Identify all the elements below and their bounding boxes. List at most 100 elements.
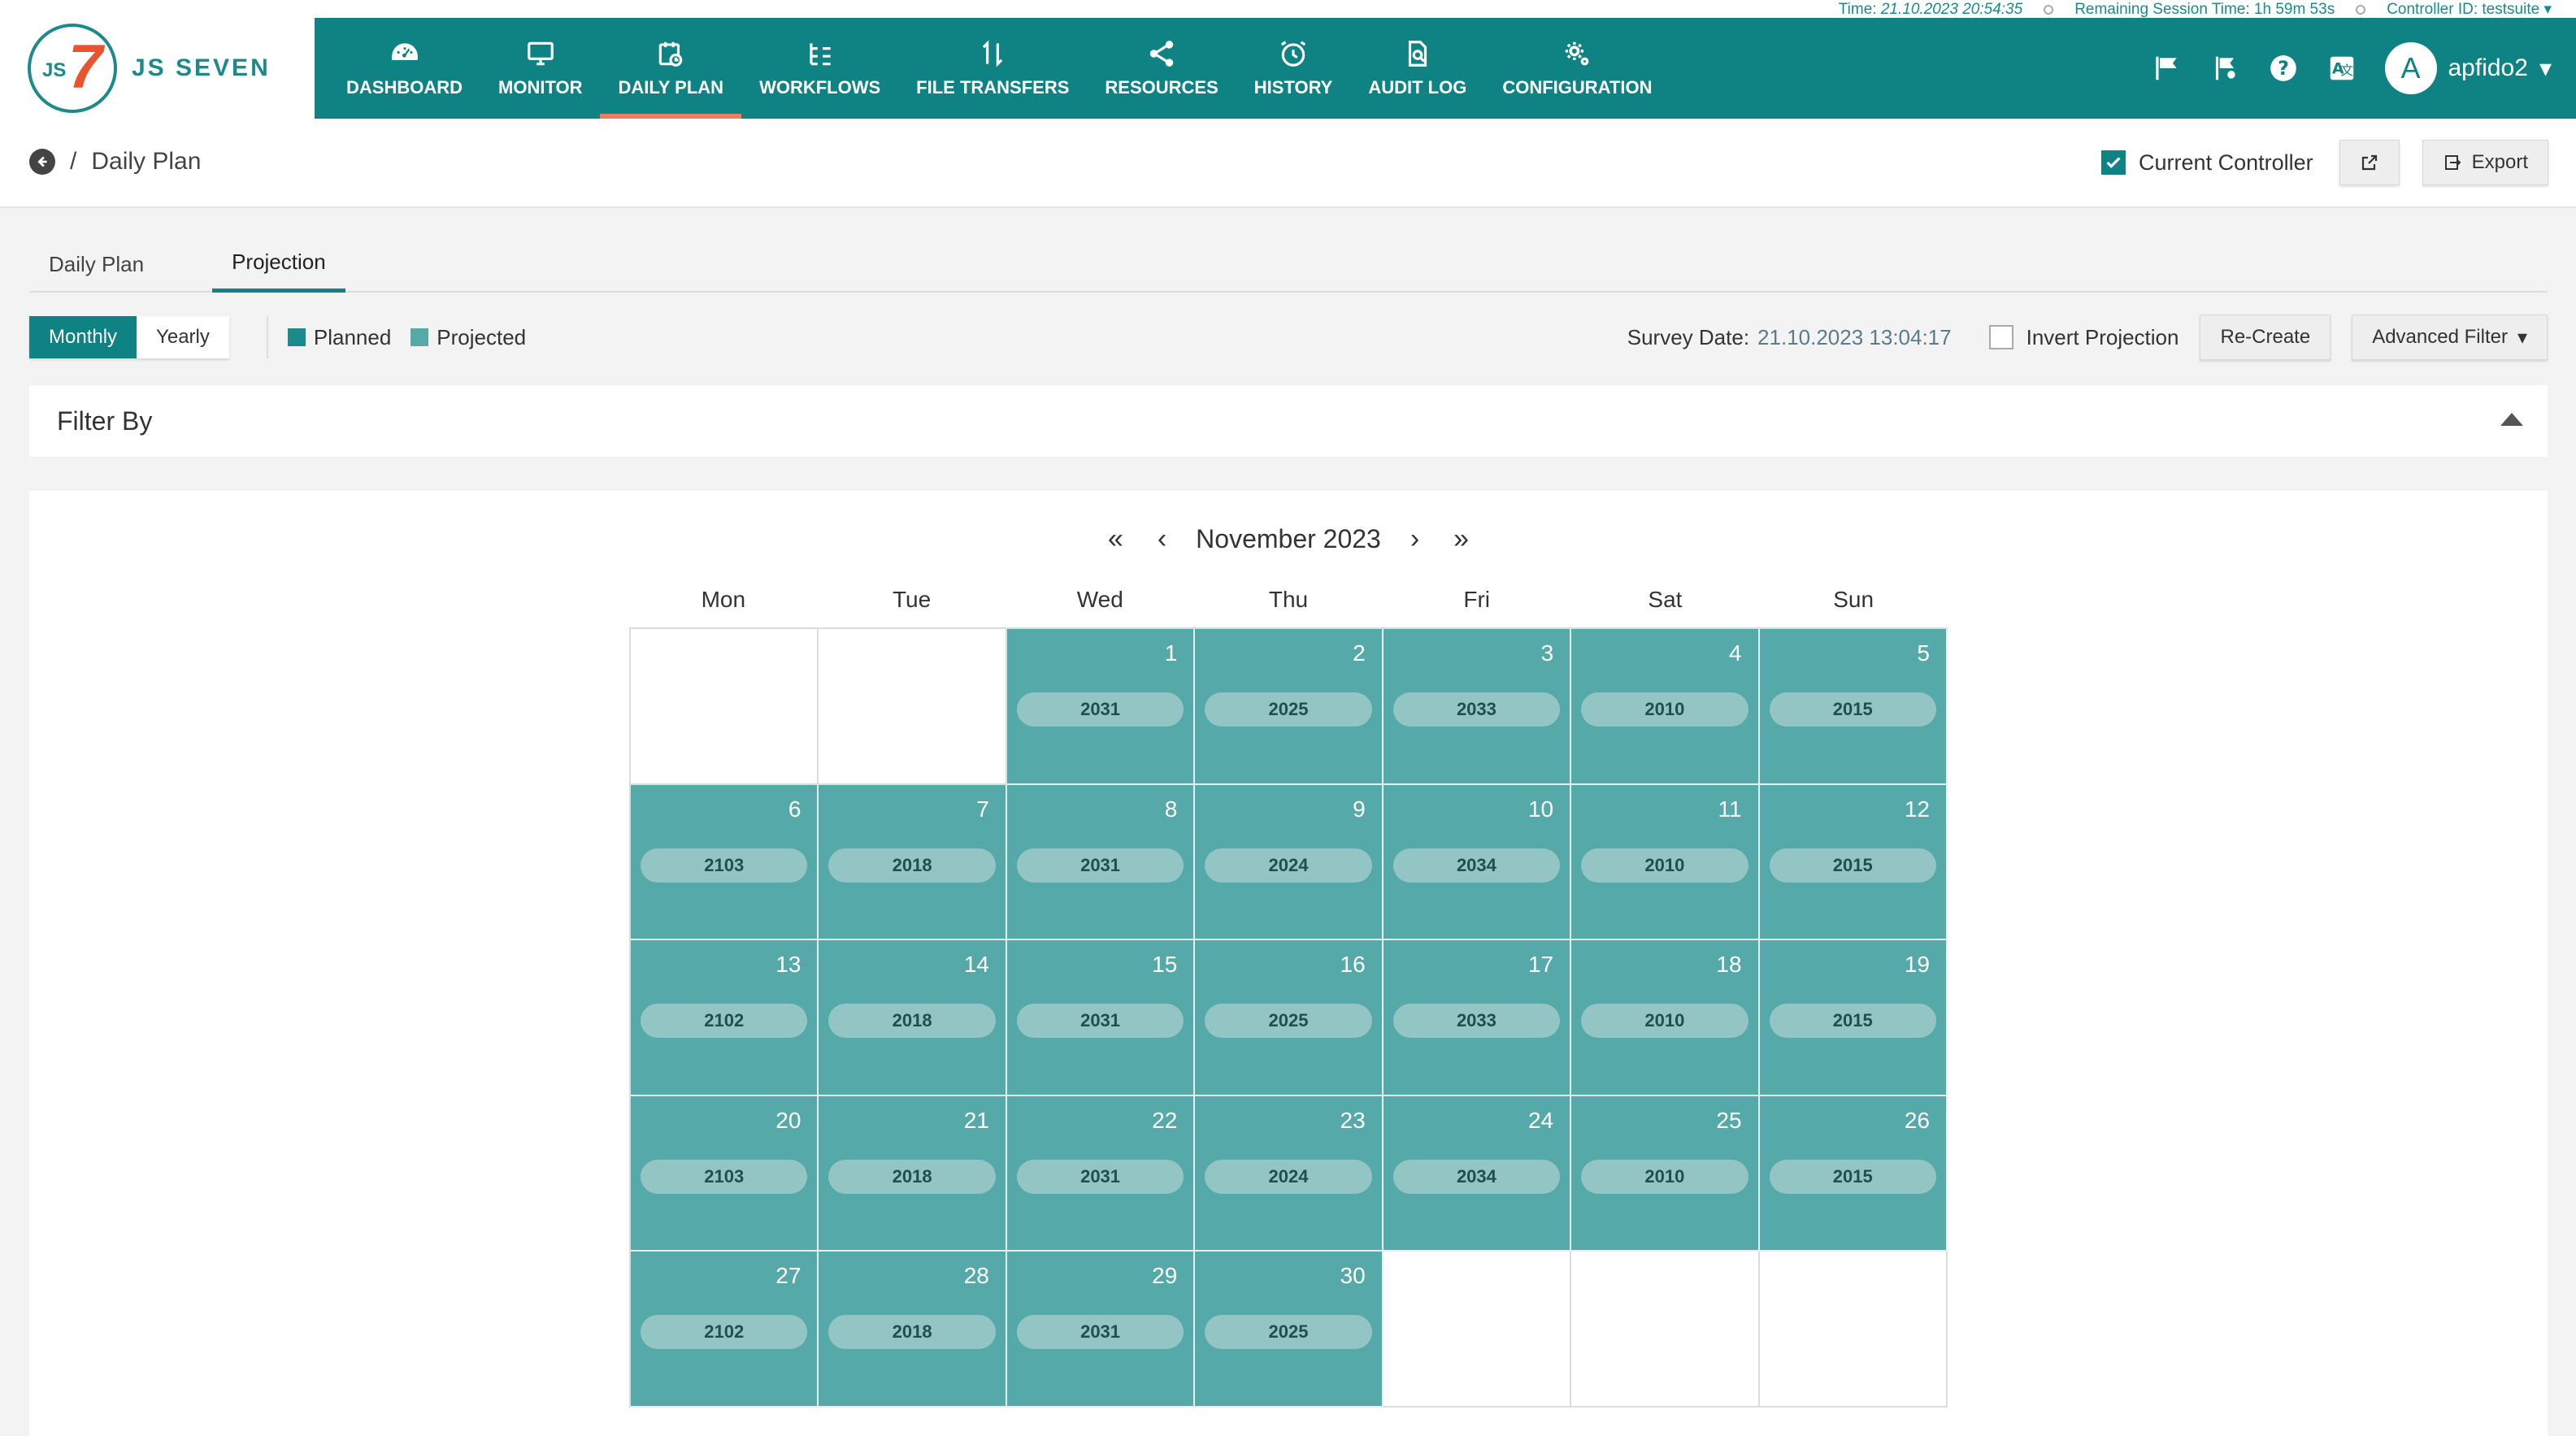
order-count-badge[interactable]: 2015 (1769, 1004, 1936, 1039)
recreate-button[interactable]: Re-Create (2200, 315, 2331, 360)
order-count-badge[interactable]: 2024 (1205, 1159, 1372, 1194)
calendar-day-cell[interactable]: 27 2102 (631, 1252, 819, 1408)
order-count-badge[interactable]: 2010 (1581, 1004, 1748, 1039)
prev-year-icon[interactable]: « (1103, 523, 1128, 555)
nav-history[interactable]: HISTORY (1236, 18, 1351, 119)
invert-projection-toggle[interactable]: Invert Projection (1988, 325, 2179, 350)
calendar-day-cell[interactable]: 5 2015 (1759, 629, 1948, 785)
calendar-day-cell[interactable]: 26 2015 (1759, 1095, 1948, 1252)
order-count-badge[interactable]: 2010 (1581, 848, 1748, 883)
separator-dot-icon (2356, 4, 2366, 15)
monthly-button[interactable]: Monthly (29, 316, 137, 358)
calendar-day-cell[interactable]: 24 2034 (1383, 1095, 1572, 1252)
calendar-day-cell[interactable]: 18 2010 (1571, 940, 1760, 1096)
advanced-filter-button[interactable]: Advanced Filter ▾ (2352, 315, 2548, 360)
flag-settings-icon[interactable] (2209, 53, 2240, 84)
nav-dashboard[interactable]: DASHBOARD (328, 18, 480, 119)
nav-audit-log[interactable]: AUDIT LOG (1350, 18, 1484, 119)
controller-id-dropdown[interactable]: Controller ID: testsuite ▾ (2387, 0, 2552, 19)
back-arrow-icon[interactable] (29, 149, 55, 175)
share-button[interactable] (2339, 140, 2400, 185)
calendar-day-cell[interactable]: 11 2010 (1571, 784, 1760, 941)
order-count-badge[interactable]: 2103 (641, 1159, 808, 1194)
order-count-badge[interactable]: 2031 (1016, 1159, 1184, 1194)
order-count-badge[interactable]: 2031 (1016, 1315, 1184, 1350)
calendar-day-cell[interactable]: 25 2010 (1571, 1095, 1760, 1252)
flag-icon[interactable] (2151, 53, 2182, 84)
calendar-day-cell[interactable]: 15 2031 (1006, 940, 1196, 1096)
calendar-day-cell[interactable]: 13 2102 (631, 940, 819, 1096)
order-count-badge[interactable]: 2033 (1392, 1004, 1561, 1039)
order-count-badge[interactable]: 2024 (1205, 848, 1372, 883)
order-count-badge[interactable]: 2031 (1016, 1004, 1184, 1039)
order-count-badge[interactable]: 2034 (1392, 1159, 1561, 1194)
order-count-badge[interactable]: 2031 (1016, 848, 1184, 883)
calendar-day-cell[interactable]: 29 2031 (1006, 1252, 1196, 1408)
order-count-badge[interactable]: 2025 (1205, 692, 1372, 727)
order-count-badge[interactable]: 2102 (641, 1004, 808, 1039)
order-count-badge[interactable]: 2018 (828, 1004, 996, 1039)
alarm-clock-icon (1280, 41, 1306, 67)
order-count-badge[interactable]: 2018 (828, 1315, 996, 1350)
calendar-day-cell[interactable]: 22 2031 (1006, 1095, 1196, 1252)
next-month-icon[interactable]: › (1405, 523, 1424, 555)
order-count-badge[interactable]: 2018 (828, 1159, 996, 1194)
calendar-day-cell[interactable]: 2 2025 (1195, 629, 1384, 785)
calendar-day-cell[interactable]: 21 2018 (819, 1095, 1007, 1252)
nav-workflows[interactable]: WORKFLOWS (741, 18, 898, 119)
calendar-day-cell[interactable]: 9 2024 (1195, 784, 1384, 941)
calendar-day-cell[interactable]: 10 2034 (1383, 784, 1572, 941)
export-button[interactable]: Export (2422, 140, 2548, 185)
order-count-badge[interactable]: 2025 (1205, 1315, 1372, 1350)
current-controller-checkbox[interactable] (2101, 150, 2126, 175)
current-controller-toggle[interactable]: Current Controller (2101, 150, 2313, 176)
help-icon[interactable]: ? (2268, 53, 2299, 84)
calendar-day-cell[interactable]: 23 2024 (1195, 1095, 1384, 1252)
tab-projection[interactable]: Projection (212, 236, 345, 293)
calendar-day-cell[interactable]: 3 2033 (1383, 629, 1572, 785)
weekday-label: Wed (1076, 587, 1123, 612)
calendar-day-cell[interactable]: 7 2018 (819, 784, 1007, 941)
calendar-day-cell[interactable]: 30 2025 (1195, 1252, 1384, 1408)
order-count-badge[interactable]: 2102 (641, 1315, 808, 1350)
order-count-badge[interactable]: 2103 (641, 848, 808, 883)
calendar-day-cell[interactable]: 12 2015 (1759, 784, 1948, 941)
next-year-icon[interactable]: » (1449, 523, 1474, 555)
invert-projection-checkbox[interactable] (1988, 325, 2013, 349)
nav-resources[interactable]: RESOURCES (1087, 18, 1236, 119)
order-count-badge[interactable]: 2034 (1392, 848, 1561, 883)
nav-daily-plan[interactable]: DAILY PLAN (600, 18, 741, 119)
order-count-badge[interactable]: 2015 (1769, 692, 1936, 727)
calendar-day-cell[interactable]: 6 2103 (631, 784, 819, 941)
calendar-day-cell[interactable]: 28 2018 (819, 1252, 1007, 1408)
calendar-day-cell[interactable]: 17 2033 (1383, 940, 1572, 1096)
prev-month-icon[interactable]: ‹ (1153, 523, 1171, 555)
order-count-badge[interactable]: 2010 (1581, 1159, 1748, 1194)
calendar-day-cell[interactable]: 19 2015 (1759, 940, 1948, 1096)
translate-icon[interactable]: A文 (2326, 53, 2357, 84)
calendar-day-cell[interactable]: 8 2031 (1006, 784, 1196, 941)
calendar-day-cell[interactable]: 16 2025 (1195, 940, 1384, 1096)
order-count-badge[interactable]: 2010 (1581, 692, 1748, 727)
order-count-badge[interactable]: 2031 (1016, 692, 1184, 727)
weekday-header: Mon Tue Wed Thu Fri Sat Sun (629, 587, 1948, 613)
brand-logo[interactable]: JS 7 JS SEVEN (0, 18, 315, 119)
nav-configuration[interactable]: CONFIGURATION (1484, 18, 1670, 119)
nav-file-transfers[interactable]: FILE TRANSFERS (898, 18, 1087, 119)
nav-monitor[interactable]: MONITOR (480, 18, 600, 119)
order-count-badge[interactable]: 2015 (1769, 1159, 1936, 1194)
yearly-button[interactable]: Yearly (137, 316, 229, 358)
order-count-badge[interactable]: 2018 (828, 848, 996, 883)
order-count-badge[interactable]: 2033 (1392, 692, 1561, 727)
calendar-day-cell[interactable]: 14 2018 (819, 940, 1007, 1096)
user-menu[interactable]: A apfido2 ▾ (2384, 42, 2552, 94)
order-count-badge[interactable]: 2025 (1205, 1004, 1372, 1039)
tab-daily-plan[interactable]: Daily Plan (29, 236, 163, 293)
filter-panel[interactable]: Filter By (29, 385, 2548, 457)
order-count-badge[interactable]: 2015 (1769, 848, 1936, 883)
calendar-day-cell[interactable]: 1 2031 (1006, 629, 1196, 785)
calendar-day-cell[interactable]: 4 2010 (1571, 629, 1760, 785)
day-number: 1 (1164, 640, 1178, 666)
calendar-day-cell[interactable]: 20 2103 (631, 1095, 819, 1252)
collapse-caret-icon[interactable] (2500, 413, 2523, 426)
